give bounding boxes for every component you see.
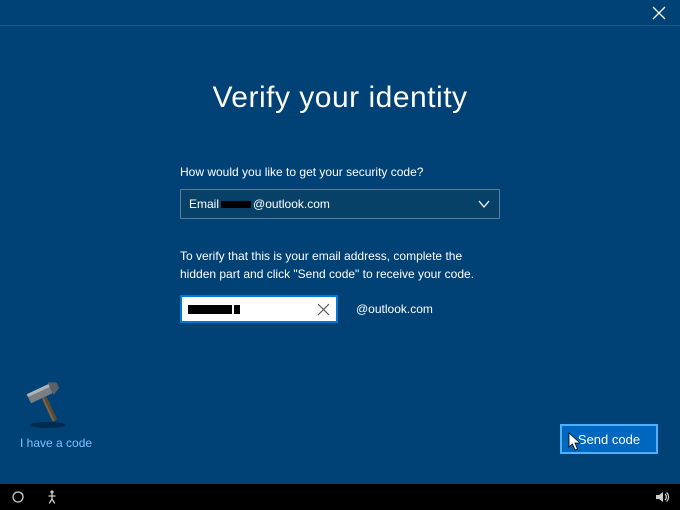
main-panel: Verify your identity How would you like … [0, 26, 680, 484]
verify-instruction: To verify that this is your email addres… [180, 247, 500, 283]
form-block: How would you like to get your security … [180, 165, 500, 323]
email-value [188, 305, 317, 314]
method-select[interactable]: Email @outlook.com [180, 189, 500, 219]
clear-icon[interactable] [317, 303, 330, 316]
title-bar [0, 0, 680, 26]
send-code-button[interactable]: Send code [560, 424, 658, 454]
accessibility-icon[interactable] [44, 489, 60, 505]
bottom-bar [0, 484, 680, 510]
redacted-text [188, 305, 232, 314]
have-code-link[interactable]: I have a code [20, 436, 92, 450]
redacted-text [234, 305, 240, 314]
email-domain-suffix: @outlook.com [356, 302, 433, 316]
method-label: How would you like to get your security … [180, 165, 500, 179]
page-title: Verify your identity [0, 81, 680, 115]
hammer-icon [22, 376, 74, 428]
select-suffix: @outlook.com [253, 197, 330, 211]
redacted-text [221, 201, 251, 208]
volume-icon[interactable] [654, 489, 670, 505]
email-input[interactable] [180, 295, 338, 323]
close-icon[interactable] [652, 6, 666, 20]
power-icon[interactable] [10, 489, 26, 505]
select-prefix: Email [189, 197, 219, 211]
email-row: @outlook.com [180, 295, 500, 323]
chevron-down-icon [477, 197, 491, 211]
